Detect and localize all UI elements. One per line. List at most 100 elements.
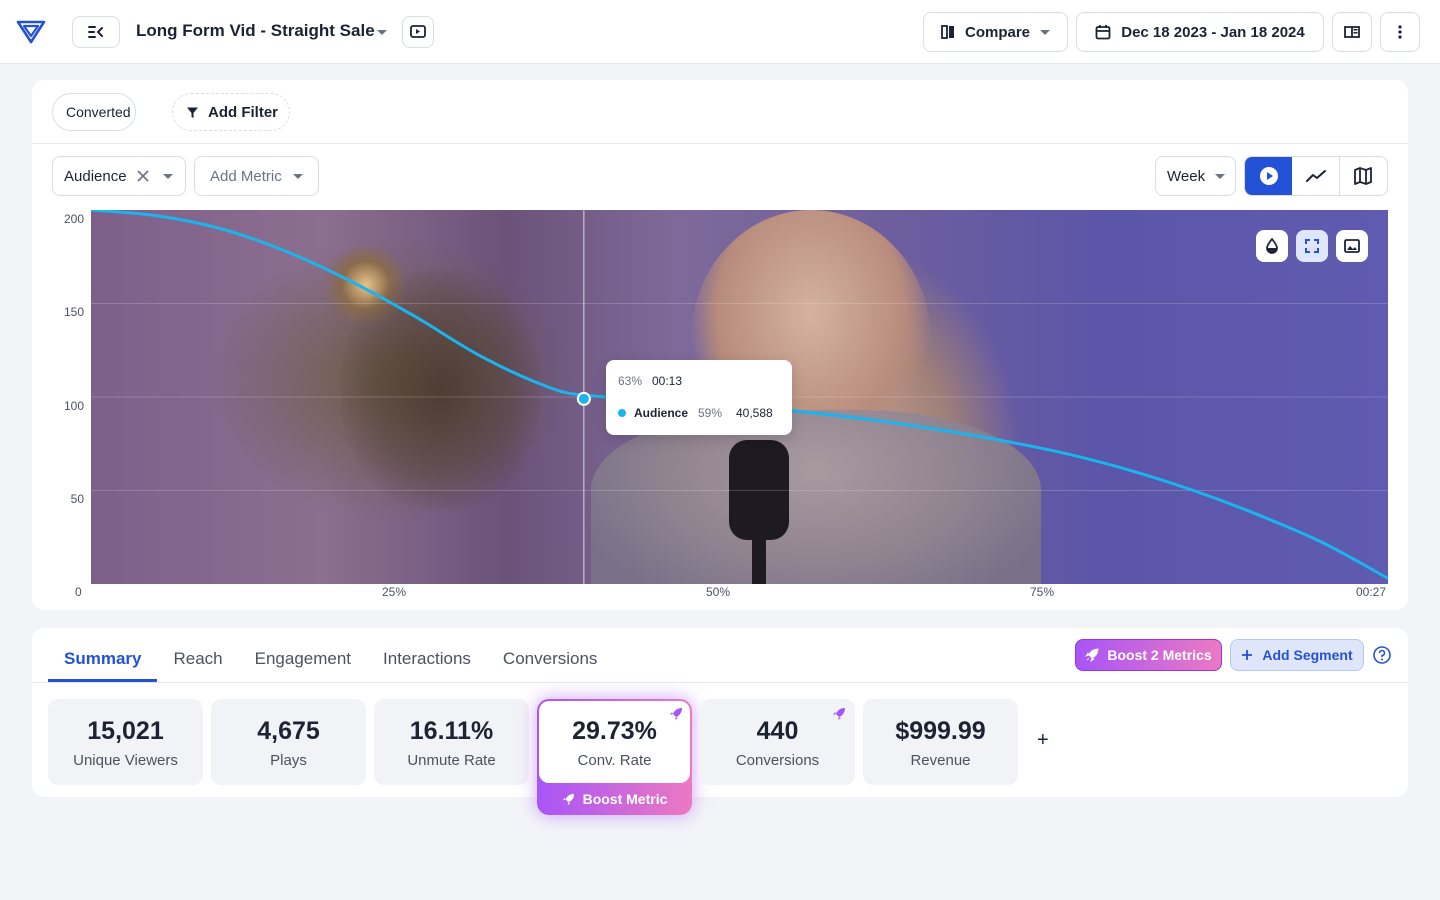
calendar-icon bbox=[1095, 25, 1111, 40]
date-range-button[interactable]: Dec 18 2023 - Jan 18 2024 bbox=[1076, 12, 1324, 52]
summary-tabs: Summary Reach Engagement Interactions Co… bbox=[48, 640, 613, 682]
add-filter-button[interactable]: Add Filter bbox=[172, 93, 290, 131]
video-title: Long Form Vid - Straight Sale bbox=[136, 21, 375, 40]
video-view-button[interactable] bbox=[1245, 157, 1293, 195]
metric-tile[interactable]: 15,021 Unique Viewers bbox=[48, 699, 203, 785]
boost-metric-button[interactable]: Boost Metric bbox=[537, 787, 692, 811]
rocket-icon bbox=[670, 708, 682, 720]
metric-dropdown-icon bbox=[162, 173, 173, 179]
boost-metrics-button[interactable]: Boost 2 Metrics bbox=[1075, 639, 1222, 671]
metric-value: 440 bbox=[756, 717, 799, 745]
opacity-tool-button[interactable] bbox=[1256, 230, 1288, 262]
cursor-point bbox=[576, 391, 591, 406]
add-segment-button[interactable]: Add Segment bbox=[1230, 639, 1364, 671]
rocket-icon bbox=[562, 793, 574, 805]
metric-tile[interactable]: 16.11% Unmute Rate bbox=[374, 699, 529, 785]
rocket-icon[interactable] bbox=[832, 707, 846, 721]
fullscreen-tool-button[interactable] bbox=[1296, 230, 1328, 262]
view-toggle-group bbox=[1244, 156, 1388, 196]
metric-tile-boosted[interactable]: 29.73% Conv. Rate bbox=[539, 701, 690, 783]
add-metric-tile-button[interactable]: + bbox=[1037, 729, 1049, 752]
metric-label: Plays bbox=[270, 752, 307, 769]
picture-tool-button[interactable] bbox=[1336, 230, 1368, 262]
divider bbox=[32, 143, 1408, 144]
fullscreen-icon bbox=[1305, 239, 1319, 253]
tooltip-series-percent: 59% bbox=[698, 406, 723, 420]
filter-chip-label: Converted bbox=[66, 104, 131, 120]
interval-label: Week bbox=[1167, 167, 1206, 185]
line-view-button[interactable] bbox=[1292, 157, 1340, 195]
tooltip-series-value: 40,588 bbox=[736, 406, 773, 420]
y-tick: 150 bbox=[63, 305, 84, 319]
metric-value: 16.11% bbox=[409, 717, 494, 745]
clear-metric-icon[interactable] bbox=[136, 170, 149, 182]
tab-engagement[interactable]: Engagement bbox=[239, 640, 367, 682]
boost-metrics-label: Boost 2 Metrics bbox=[1107, 647, 1212, 663]
metric-label: Revenue bbox=[910, 752, 971, 769]
compare-button[interactable]: Compare bbox=[923, 12, 1068, 52]
tab-summary[interactable]: Summary bbox=[48, 640, 158, 682]
metric-select-audience[interactable]: Audience bbox=[52, 156, 186, 196]
add-segment-label: Add Segment bbox=[1262, 647, 1353, 663]
video-settings-icon bbox=[410, 25, 426, 38]
map-icon bbox=[1354, 167, 1373, 185]
tooltip-percent: 63% bbox=[618, 374, 643, 388]
metric-value: 15,021 bbox=[87, 717, 164, 745]
video-preview-button[interactable] bbox=[402, 16, 434, 48]
x-tick: 75% bbox=[1029, 585, 1055, 599]
y-tick: 100 bbox=[63, 399, 84, 413]
date-range-label: Dec 18 2023 - Jan 18 2024 bbox=[1121, 23, 1305, 41]
x-tick: 00:27 bbox=[1355, 585, 1387, 599]
rocket-icon bbox=[1085, 648, 1099, 662]
metric-label: Conversions bbox=[735, 752, 820, 769]
y-tick: 0 bbox=[75, 585, 82, 599]
metric-label: Unique Viewers bbox=[73, 752, 178, 769]
book-button[interactable] bbox=[1332, 12, 1372, 52]
brand-logo-icon[interactable] bbox=[16, 18, 46, 46]
add-metric-label: Add Metric bbox=[210, 167, 282, 185]
chart-tooltip: 63% 00:13 Audience 59% 40,588 bbox=[606, 360, 792, 435]
metric-label: Conv. Rate bbox=[577, 752, 652, 769]
tab-interactions[interactable]: Interactions bbox=[367, 640, 487, 682]
filter-icon bbox=[187, 107, 198, 118]
collapse-icon bbox=[88, 26, 103, 38]
metric-tile[interactable]: $999.99 Revenue bbox=[863, 699, 1018, 785]
help-icon[interactable] bbox=[1373, 646, 1391, 664]
add-metric-dropdown-icon bbox=[292, 173, 303, 179]
x-tick: 25% bbox=[381, 585, 407, 599]
metric-label: Unmute Rate bbox=[407, 752, 496, 769]
top-bar: Long Form Vid - Straight Sale Compare De… bbox=[0, 0, 1440, 64]
boost-metric-label: Boost Metric bbox=[582, 791, 668, 807]
play-circle-icon bbox=[1259, 167, 1278, 185]
tabs-divider bbox=[32, 682, 1408, 683]
add-filter-label: Add Filter bbox=[208, 103, 278, 121]
add-metric-select[interactable]: Add Metric bbox=[194, 156, 319, 196]
filter-chip-converted[interactable]: Converted bbox=[52, 93, 136, 131]
metric-value: $999.99 bbox=[895, 717, 986, 745]
tooltip-series-dot bbox=[618, 409, 626, 417]
tab-conversions[interactable]: Conversions bbox=[487, 640, 614, 682]
map-view-button[interactable] bbox=[1340, 157, 1387, 195]
y-tick: 200 bbox=[63, 212, 84, 226]
book-icon bbox=[1344, 26, 1360, 38]
metric-value: 29.73% bbox=[572, 717, 657, 745]
metric-select-label: Audience bbox=[64, 167, 127, 185]
interval-select[interactable]: Week bbox=[1155, 156, 1236, 196]
metric-value: 4,675 bbox=[257, 717, 320, 745]
tab-reach[interactable]: Reach bbox=[157, 640, 238, 682]
tooltip-time: 00:13 bbox=[652, 374, 683, 388]
more-vertical-icon bbox=[1398, 25, 1402, 39]
collapse-sidebar-button[interactable] bbox=[72, 16, 120, 48]
metric-tile[interactable]: 4,675 Plays bbox=[211, 699, 366, 785]
plus-icon bbox=[1242, 650, 1253, 660]
interval-dropdown-icon bbox=[1215, 173, 1226, 179]
compare-icon bbox=[941, 25, 954, 39]
compare-dropdown-icon bbox=[1040, 29, 1051, 35]
title-dropdown-icon[interactable] bbox=[377, 30, 387, 35]
more-options-button[interactable] bbox=[1380, 12, 1420, 52]
drop-icon bbox=[1266, 238, 1278, 254]
image-icon bbox=[1344, 239, 1360, 253]
compare-label: Compare bbox=[964, 23, 1031, 41]
tooltip-series-name: Audience bbox=[634, 406, 689, 420]
y-tick: 50 bbox=[70, 492, 84, 506]
